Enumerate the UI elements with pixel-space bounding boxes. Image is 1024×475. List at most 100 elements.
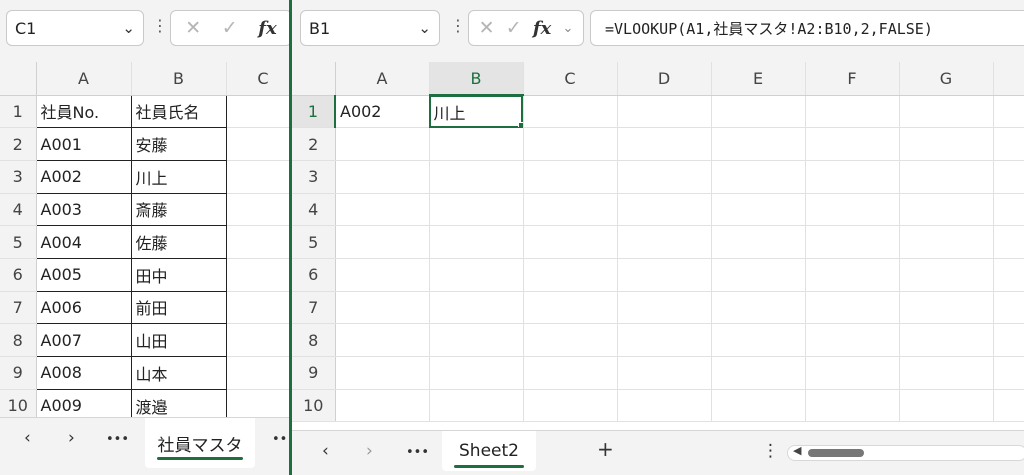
cell[interactable] <box>711 356 806 390</box>
cell[interactable] <box>226 356 289 390</box>
sheet-tab-sheet2[interactable]: Sheet2 <box>442 431 536 471</box>
cell[interactable] <box>617 323 712 357</box>
enter-icon[interactable]: ✓ <box>222 17 238 39</box>
cell[interactable]: 渡邉 <box>130 388 227 417</box>
cell[interactable]: 川上 <box>130 159 227 194</box>
cell[interactable] <box>899 389 994 423</box>
cell[interactable]: A009 <box>35 388 132 417</box>
cell[interactable] <box>523 193 618 227</box>
cell[interactable] <box>899 356 994 390</box>
more-sheets-button[interactable]: ••• <box>106 432 129 447</box>
cell[interactable]: 前田 <box>130 290 227 325</box>
cell[interactable] <box>805 95 900 129</box>
cell[interactable] <box>805 160 900 194</box>
cell[interactable] <box>523 95 618 129</box>
left-grid[interactable]: A B C 1 社員No. 社員氏名 2 A001 安藤 3 A002 川上 4… <box>0 62 289 417</box>
more-sheets-button[interactable]: ••• <box>406 445 429 460</box>
cell[interactable] <box>993 356 1024 390</box>
cell[interactable] <box>523 291 618 325</box>
horizontal-scrollbar[interactable]: ◀ <box>787 444 1024 461</box>
cell[interactable]: 斎藤 <box>130 192 227 227</box>
prev-sheet-button[interactable]: ‹ <box>24 428 31 448</box>
row-header[interactable]: 1 <box>292 95 336 129</box>
cell[interactable] <box>226 225 289 259</box>
cell[interactable] <box>429 127 524 161</box>
cell[interactable] <box>226 95 289 129</box>
cell[interactable] <box>993 160 1024 194</box>
cell[interactable]: A002 <box>35 159 132 194</box>
cell[interactable] <box>226 323 289 357</box>
row-header[interactable]: 6 <box>0 258 37 292</box>
column-header-b[interactable]: B <box>429 62 524 96</box>
column-header-c[interactable]: C <box>226 62 289 96</box>
cell[interactable] <box>617 160 712 194</box>
cell[interactable] <box>805 225 900 259</box>
cell[interactable] <box>429 193 524 227</box>
cell[interactable] <box>523 389 618 423</box>
right-name-box[interactable]: B1 ⌄ <box>300 10 440 46</box>
cell[interactable] <box>711 225 806 259</box>
chevron-down-icon[interactable]: ⌄ <box>122 19 135 37</box>
insert-function-icon[interactable]: fx <box>533 18 551 39</box>
column-header-g[interactable]: G <box>899 62 994 96</box>
cell[interactable] <box>429 389 524 423</box>
enter-icon[interactable]: ✓ <box>506 17 522 39</box>
cell[interactable] <box>335 193 430 227</box>
cell[interactable]: A005 <box>35 257 132 292</box>
cell[interactable] <box>429 356 524 390</box>
column-header-h[interactable] <box>993 62 1024 96</box>
row-header[interactable]: 9 <box>292 356 336 390</box>
cell[interactable] <box>805 389 900 423</box>
cell[interactable] <box>335 356 430 390</box>
cell-a1[interactable]: A002 <box>335 95 430 129</box>
cancel-icon[interactable]: ✕ <box>185 17 201 39</box>
row-header[interactable]: 8 <box>0 323 37 357</box>
cell[interactable] <box>617 127 712 161</box>
cell[interactable] <box>523 127 618 161</box>
cell[interactable] <box>523 225 618 259</box>
cell[interactable] <box>226 193 289 227</box>
column-header-e[interactable]: E <box>711 62 806 96</box>
cell[interactable]: 山本 <box>130 356 227 390</box>
cell[interactable] <box>899 323 994 357</box>
cell[interactable] <box>429 225 524 259</box>
cell[interactable] <box>993 225 1024 259</box>
cell[interactable]: A001 <box>35 127 132 161</box>
row-header[interactable]: 6 <box>292 258 336 292</box>
cell-b1-active[interactable]: 川上 <box>429 95 524 129</box>
cell[interactable] <box>335 323 430 357</box>
right-grid[interactable]: A B C D E F G 1 A002 川上 2 3 4 5 6 7 8 9 <box>292 62 1024 432</box>
prev-sheet-button[interactable]: ‹ <box>322 441 329 461</box>
cell[interactable] <box>523 258 618 292</box>
row-header[interactable]: 2 <box>0 127 37 161</box>
cell[interactable] <box>711 323 806 357</box>
cell[interactable] <box>993 193 1024 227</box>
row-header[interactable]: 3 <box>292 160 336 194</box>
cell[interactable] <box>335 127 430 161</box>
cell[interactable] <box>429 323 524 357</box>
cell[interactable]: 安藤 <box>130 127 227 161</box>
cell[interactable] <box>805 193 900 227</box>
cell[interactable] <box>226 258 289 292</box>
cell[interactable] <box>805 291 900 325</box>
column-header-f[interactable]: F <box>805 62 900 96</box>
cell[interactable] <box>711 160 806 194</box>
cell[interactable] <box>899 127 994 161</box>
row-header[interactable]: 7 <box>292 291 336 325</box>
cell[interactable] <box>993 95 1024 129</box>
cell[interactable] <box>805 323 900 357</box>
cell[interactable] <box>429 291 524 325</box>
cell[interactable] <box>993 291 1024 325</box>
cell[interactable] <box>617 95 712 129</box>
cell[interactable] <box>617 258 712 292</box>
cell[interactable] <box>523 323 618 357</box>
cell[interactable] <box>335 389 430 423</box>
cell[interactable] <box>711 193 806 227</box>
cell[interactable] <box>429 258 524 292</box>
cell[interactable] <box>711 389 806 423</box>
cell[interactable] <box>523 160 618 194</box>
cell[interactable] <box>899 193 994 227</box>
column-header-c[interactable]: C <box>523 62 618 96</box>
cell[interactable] <box>899 291 994 325</box>
next-sheet-button[interactable]: › <box>68 428 75 448</box>
